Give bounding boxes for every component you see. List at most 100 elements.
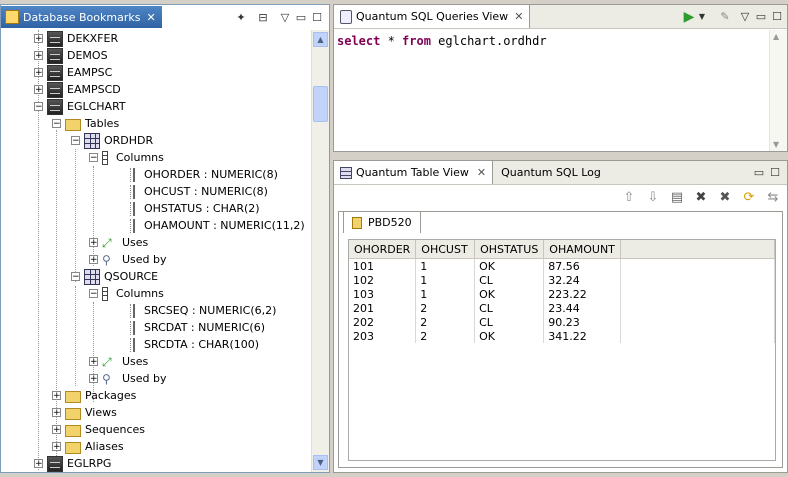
expand-icon[interactable]: + <box>34 85 43 95</box>
minimize-icon[interactable]: ▭ <box>293 9 309 25</box>
tree-node-views[interactable]: + Views <box>52 404 117 421</box>
minimize-icon[interactable]: ▭ <box>751 165 767 181</box>
tree-node-column[interactable]: OHORDER : NUMERIC(8) <box>130 166 278 183</box>
collapse-icon[interactable]: − <box>71 136 80 146</box>
tree-node-columns[interactable]: − Columns <box>89 285 164 302</box>
minimize-icon[interactable]: ▭ <box>753 9 769 25</box>
tree-node-columns[interactable]: − Columns <box>89 149 164 166</box>
move-up-icon[interactable]: ⇧ <box>621 189 637 205</box>
node-label: EGLRPG <box>67 457 112 470</box>
expand-icon[interactable]: + <box>34 34 43 44</box>
tab-result[interactable]: PBD520 <box>343 211 421 233</box>
tree-node-eampscd[interactable]: + EAMPSCD <box>34 81 121 98</box>
view-menu-icon[interactable]: ▽ <box>277 9 293 25</box>
tree-node-uses[interactable]: + ⤢ Uses <box>89 234 148 251</box>
folder-icon <box>65 407 81 420</box>
tree-node-ordhdr[interactable]: − ORDHDR <box>71 132 153 149</box>
expand-icon[interactable]: + <box>52 408 61 418</box>
new-bookmark-icon[interactable]: ✦ <box>233 9 249 25</box>
tree-node-tables[interactable]: − Tables <box>52 115 119 132</box>
column-header[interactable]: OHORDER <box>349 240 417 259</box>
export-icon[interactable]: ⇆ <box>765 189 781 205</box>
tree-node-used-by[interactable]: + ⚲ Used by <box>89 370 167 387</box>
collapse-icon[interactable]: − <box>52 119 61 129</box>
collapse-icon[interactable]: − <box>34 102 43 112</box>
tree-node-demos[interactable]: + DEMOS <box>34 47 108 64</box>
column-icon <box>130 337 136 352</box>
table-row[interactable]: 101 1 OK 87.56 <box>349 258 775 273</box>
delete-all-icon[interactable]: ✖ <box>717 189 733 205</box>
expand-icon[interactable]: + <box>52 442 61 452</box>
expand-icon[interactable]: + <box>89 238 98 248</box>
table-row[interactable]: 202 2 CL 90.23 <box>349 315 775 329</box>
column-header[interactable]: OHAMOUNT <box>543 240 621 259</box>
sql-text: * <box>380 34 403 48</box>
maximize-icon[interactable]: ☐ <box>309 9 325 25</box>
expand-icon[interactable]: + <box>34 51 43 61</box>
tree-vertical-scrollbar[interactable]: ▲ ▼ <box>311 30 329 472</box>
close-icon[interactable]: ✕ <box>514 10 523 23</box>
clear-icon[interactable]: ✎ <box>717 9 733 25</box>
tree-node-column[interactable]: SRCSEQ : NUMERIC(6,2) <box>130 302 276 319</box>
tree-node-used-by[interactable]: + ⚲ Used by <box>89 251 167 268</box>
sql-vertical-scrollbar[interactable]: ▲ ▼ <box>769 30 787 151</box>
expand-icon[interactable]: + <box>89 374 98 384</box>
expand-icon[interactable]: + <box>52 391 61 401</box>
column-header[interactable]: OHCUST <box>415 240 476 259</box>
tree-node-eampsc[interactable]: + EAMPSC <box>34 64 112 81</box>
tree-node-packages[interactable]: + Packages <box>52 387 136 404</box>
collapse-icon[interactable]: − <box>71 272 80 282</box>
scroll-thumb[interactable] <box>313 86 328 122</box>
scroll-down-icon[interactable]: ▼ <box>773 140 779 149</box>
run-icon[interactable]: ▶ <box>681 9 697 25</box>
tree-node-dekxfer[interactable]: + DEKXFER <box>34 30 118 47</box>
expand-icon[interactable]: + <box>34 68 43 78</box>
table-row[interactable]: 201 2 CL 23.44 <box>349 301 775 315</box>
tree-node-column[interactable]: SRCDAT : NUMERIC(6) <box>130 319 265 336</box>
result-panel: PBD520 OHORDER OHCUST OHSTATUS OHAMOUNT … <box>338 211 783 468</box>
scroll-down-icon[interactable]: ▼ <box>313 455 328 470</box>
move-down-icon[interactable]: ⇩ <box>645 189 661 205</box>
tree-node-qsource[interactable]: − QSOURCE <box>71 268 158 285</box>
tab-sql-queries[interactable]: Quantum SQL Queries View ✕ <box>334 5 531 28</box>
scroll-up-icon[interactable]: ▲ <box>313 32 328 47</box>
collapse-icon[interactable]: − <box>89 289 98 299</box>
tree-node-column[interactable]: SRCDTA : CHAR(100) <box>130 336 259 353</box>
maximize-icon[interactable]: ☐ <box>767 165 783 181</box>
tree-node-sequences[interactable]: + Sequences <box>52 421 145 438</box>
close-icon[interactable]: ✕ <box>477 166 486 179</box>
refresh-icon[interactable]: ⟳ <box>741 189 757 205</box>
node-label: EAMPSC <box>67 66 113 79</box>
tree-node-eglchart[interactable]: − EGLCHART <box>34 98 126 115</box>
sql-text: eglchart.ordhdr <box>430 34 547 48</box>
tree-node-aliases[interactable]: + Aliases <box>52 438 124 455</box>
table-row[interactable]: 203 2 OK 341.22 <box>349 329 775 343</box>
document-icon[interactable]: ▤ <box>669 189 685 205</box>
tree-node-column[interactable]: OHAMOUNT : NUMERIC(11,2) <box>130 217 305 234</box>
tab-database-bookmarks[interactable]: Database Bookmarks ✕ <box>1 6 162 28</box>
expand-icon[interactable]: + <box>52 425 61 435</box>
collapse-icon[interactable]: − <box>89 153 98 163</box>
expand-icon[interactable]: + <box>89 357 98 367</box>
column-header[interactable]: OHSTATUS <box>474 240 545 259</box>
expand-icon[interactable]: + <box>34 459 43 469</box>
tree-node-uses[interactable]: + ⤢ Uses <box>89 353 148 370</box>
close-icon[interactable]: ✕ <box>146 11 155 24</box>
expand-icon[interactable]: + <box>89 255 98 265</box>
column-icon <box>130 184 136 199</box>
tree-node-column[interactable]: OHCUST : NUMERIC(8) <box>130 183 268 200</box>
collapse-all-icon[interactable]: ⊟ <box>255 9 271 25</box>
tab-table-view[interactable]: Quantum Table View ✕ <box>334 161 494 184</box>
sql-editor[interactable]: select * from eglchart.ordhdr <box>337 34 547 48</box>
tab-sql-log[interactable]: Quantum SQL Log <box>493 161 609 184</box>
run-menu-icon[interactable]: ▼ <box>697 9 707 25</box>
delete-icon[interactable]: ✖ <box>693 189 709 205</box>
table-row[interactable]: 103 1 OK 223.22 <box>349 287 775 301</box>
tree-node-eglrpg[interactable]: + EGLRPG <box>34 455 111 472</box>
maximize-icon[interactable]: ☐ <box>769 9 785 25</box>
view-menu-icon[interactable]: ▽ <box>737 9 753 25</box>
table-row[interactable]: 102 1 CL 32.24 <box>349 273 775 287</box>
table-cell: 102 <box>349 273 417 287</box>
scroll-up-icon[interactable]: ▲ <box>773 32 779 41</box>
tree-node-column[interactable]: OHSTATUS : CHAR(2) <box>130 200 260 217</box>
